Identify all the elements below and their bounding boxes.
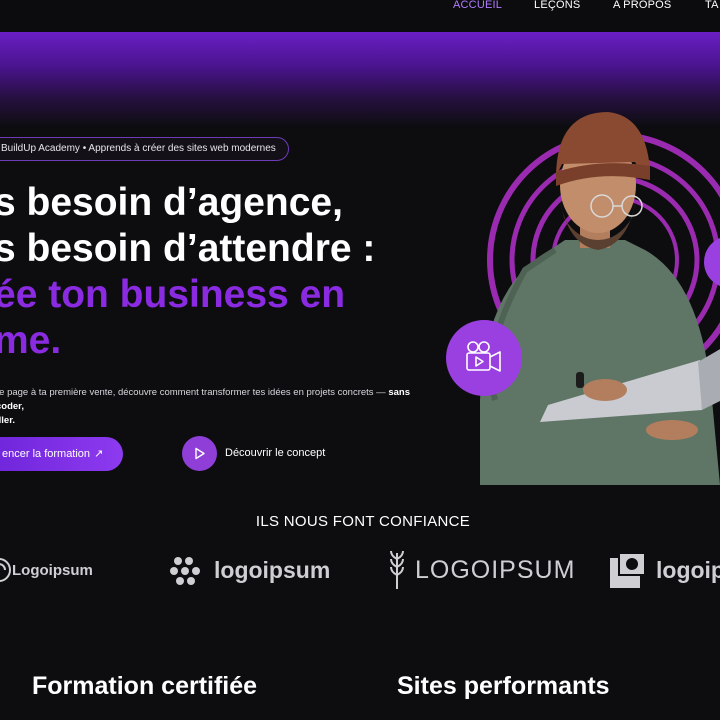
partner-logo-1: Logoipsum bbox=[0, 548, 106, 592]
hero-headline: s besoin d’agence, s besoin d’attendre :… bbox=[0, 180, 375, 364]
logo-text-2: logoipsum bbox=[214, 557, 331, 583]
trust-title: ILS NOUS FONT CONFIANCE bbox=[255, 513, 471, 530]
discover-play-button[interactable] bbox=[182, 436, 217, 471]
hero-illustration bbox=[446, 112, 720, 485]
play-icon bbox=[195, 447, 205, 460]
logo-text-1: Logoipsum bbox=[12, 562, 93, 579]
person-photo bbox=[480, 112, 720, 485]
nav-item-accueil[interactable]: ACCUEIL bbox=[453, 0, 502, 11]
partner-logo-2: logoipsum bbox=[168, 548, 348, 592]
start-course-label: encer la formation bbox=[2, 448, 91, 460]
headline-line-2: s besoin d’attendre : bbox=[0, 227, 376, 270]
feature-title-certified: Formation certifiée bbox=[32, 672, 258, 700]
nav-item-lecons[interactable]: LEÇONS bbox=[534, 0, 580, 11]
headline-line-3: ée ton business en bbox=[0, 273, 346, 316]
academy-badge: BuildUp Academy • Apprends à créer des s… bbox=[0, 137, 289, 161]
lead-text: re page à ta première vente, découvre co… bbox=[0, 387, 389, 398]
partner-logo-4: logoip bbox=[608, 548, 720, 592]
logo-text-3: LOGOIPSUM bbox=[415, 556, 576, 584]
discover-concept-link[interactable]: Découvrir le concept bbox=[225, 447, 325, 459]
dots-logo-icon bbox=[170, 557, 200, 585]
headline-line-1: s besoin d’agence, bbox=[0, 181, 343, 224]
square-logo-icon bbox=[610, 552, 646, 588]
right-bubble bbox=[704, 238, 720, 286]
nav-item-truncated[interactable]: TA bbox=[705, 0, 719, 11]
feature-title-performance: Sites performants bbox=[397, 672, 610, 700]
hero-description: re page à ta première vente, découvre co… bbox=[0, 386, 436, 428]
logo-text-4: logoip bbox=[656, 557, 720, 583]
circle-logo-icon bbox=[0, 558, 11, 582]
lead-bold-2: iller. bbox=[0, 415, 16, 426]
headline-line-4: me. bbox=[0, 319, 62, 362]
nav-item-a-propos[interactable]: A PROPOS bbox=[613, 0, 671, 11]
partner-logo-3: LOGOIPSUM bbox=[389, 548, 574, 592]
video-bubble bbox=[446, 320, 522, 396]
wheat-logo-icon bbox=[390, 550, 404, 589]
main-nav: ACCUEIL LEÇONS A PROPOS TA bbox=[0, 0, 720, 12]
start-course-button[interactable]: encer la formation ↗ bbox=[0, 437, 123, 471]
arrow-up-right-icon: ↗ bbox=[94, 448, 104, 460]
